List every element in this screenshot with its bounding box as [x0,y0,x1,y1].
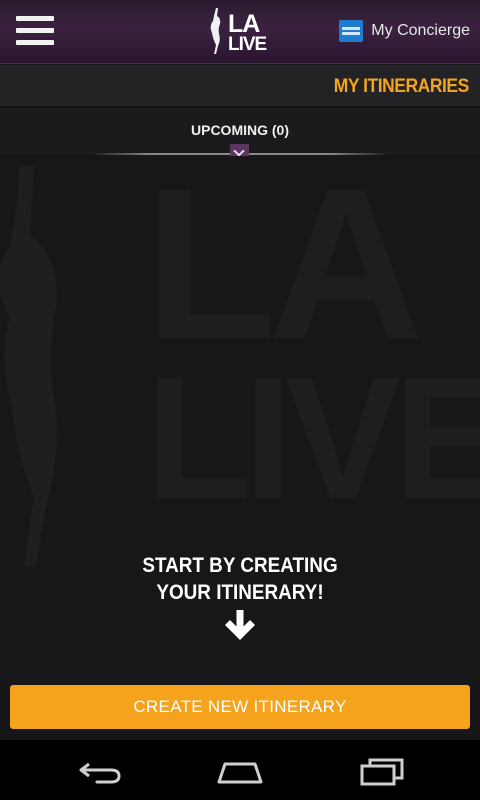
recent-apps-icon[interactable] [356,754,406,788]
watermark-figure-icon [0,166,57,566]
watermark-la: LA [145,156,424,384]
title-bar: MY ITINERARIES [0,65,480,107]
system-nav-bar [0,740,480,800]
logo-text-live: LIVE [228,34,267,55]
empty-state-message: START BY CREATING YOUR ITINERARY! [24,552,456,606]
hamburger-menu-icon[interactable] [16,16,54,46]
empty-state-line-2: YOUR ITINERARY! [156,581,324,604]
back-icon[interactable] [75,754,125,788]
page-title: MY ITINERARIES [333,76,469,97]
app-header: LA LIVE My Concierge [0,0,480,64]
my-concierge-button[interactable]: My Concierge [339,19,470,43]
watermark-live: LIVE [145,341,480,536]
home-icon[interactable] [215,754,265,788]
amex-card-icon [339,20,364,42]
create-new-itinerary-button[interactable]: CREATE NEW ITINERARY [10,685,470,729]
tab-upcoming[interactable]: UPCOMING (0) [0,122,480,138]
arrow-down-icon [225,610,255,640]
empty-state-line-1: START BY CREATING [142,554,338,577]
concierge-label: My Concierge [371,22,470,39]
logo-figure-icon [210,8,221,54]
la-live-logo[interactable]: LA LIVE [203,6,279,56]
